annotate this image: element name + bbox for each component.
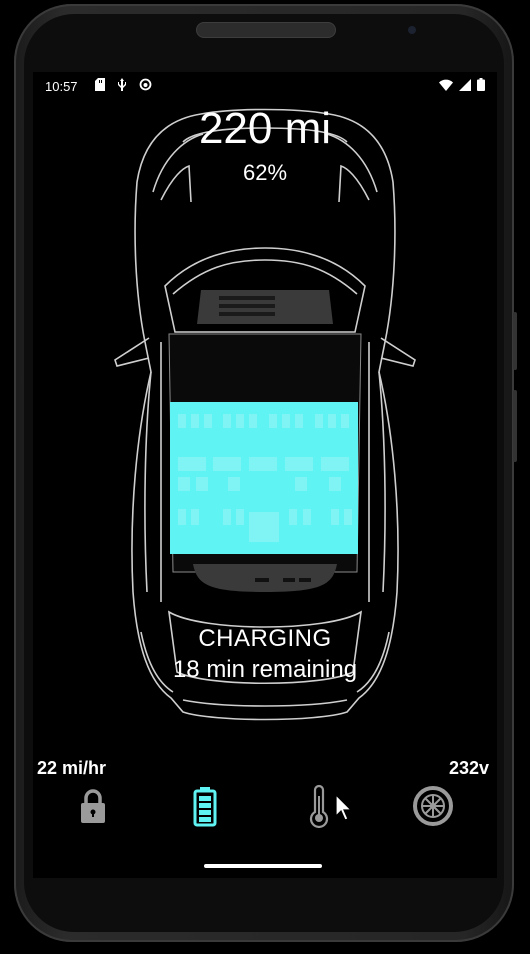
front-camera: [408, 26, 416, 34]
app-screen: 10:57 220 mi 62% CHARGING 18 min remaini…: [33, 72, 497, 878]
speaker-grille: [196, 22, 336, 38]
mouse-pointer-icon: [335, 794, 353, 821]
nav-tires[interactable]: [411, 784, 455, 828]
charge-voltage: 232v: [448, 758, 489, 778]
bottom-nav: [33, 784, 497, 834]
tire-icon: [413, 786, 453, 826]
nav-lock[interactable]: [71, 784, 115, 828]
charge-rate: 22 mi/hr: [37, 758, 107, 778]
power-button[interactable]: [513, 390, 517, 462]
battery-icon: [193, 787, 217, 827]
battery-pack: [170, 402, 358, 554]
battery-percent: 62%: [242, 160, 288, 185]
volume-button[interactable]: [513, 312, 517, 370]
nav-battery[interactable]: [183, 784, 227, 828]
home-indicator[interactable]: [204, 864, 322, 868]
charging-status: CHARGING: [198, 625, 332, 652]
range-readout: 220 mi: [198, 104, 332, 153]
time-remaining: 18 min remaining: [172, 656, 358, 683]
lock-icon: [81, 789, 105, 823]
